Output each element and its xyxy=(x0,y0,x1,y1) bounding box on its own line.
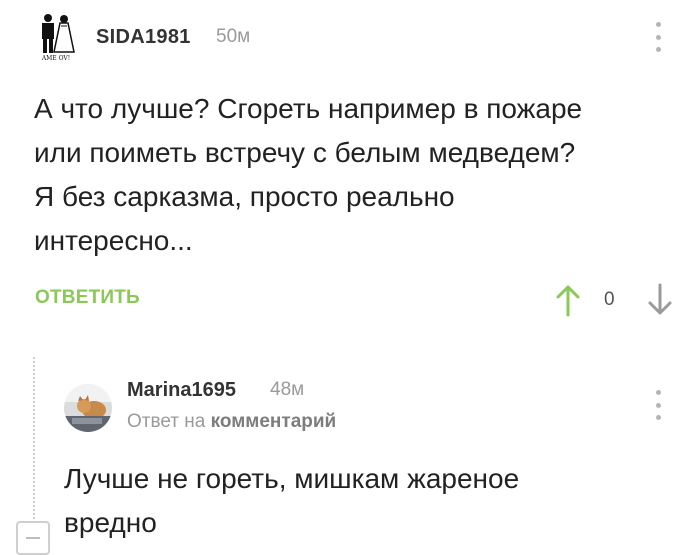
comment-line: интересно... xyxy=(34,225,193,256)
more-vertical-icon[interactable] xyxy=(655,22,661,52)
comment-text: Лучше не гореть, мишкам жареное вредно xyxy=(64,457,664,545)
more-vertical-icon[interactable] xyxy=(655,390,661,420)
comment-text: А что лучше? Сгореть например в пожаре и… xyxy=(34,87,674,263)
avatar-caption: AME OV! xyxy=(41,55,70,62)
avatar[interactable]: AME OV! xyxy=(34,12,78,62)
reply-prefix: Ответ на xyxy=(127,411,206,432)
comment-line: Я без сарказма, просто реально xyxy=(34,181,455,212)
arrow-down-icon[interactable] xyxy=(647,283,673,317)
timestamp: 50м xyxy=(216,26,251,47)
username[interactable]: SIDA1981 xyxy=(96,26,191,49)
comment-line: вредно xyxy=(64,507,157,538)
reply-target[interactable]: комментарий xyxy=(211,411,337,432)
reply-button[interactable]: ОТВЕТИТЬ xyxy=(35,287,140,309)
reply-to-link[interactable]: Ответ на комментарий xyxy=(127,411,336,433)
avatar[interactable] xyxy=(64,384,112,432)
collapse-thread-icon[interactable] xyxy=(16,521,50,555)
arrow-up-icon[interactable] xyxy=(555,283,581,317)
username[interactable]: Marina1695 xyxy=(127,379,236,402)
thread-line xyxy=(33,357,35,527)
comment-line: А что лучше? Сгореть например в пожаре xyxy=(34,93,583,124)
comment-line: Лучше не гореть, мишкам жареное xyxy=(64,463,520,494)
timestamp: 48м xyxy=(270,379,305,400)
comment-line: или поиметь встречу с белым медведем? xyxy=(34,137,576,168)
score: 0 xyxy=(604,289,615,310)
